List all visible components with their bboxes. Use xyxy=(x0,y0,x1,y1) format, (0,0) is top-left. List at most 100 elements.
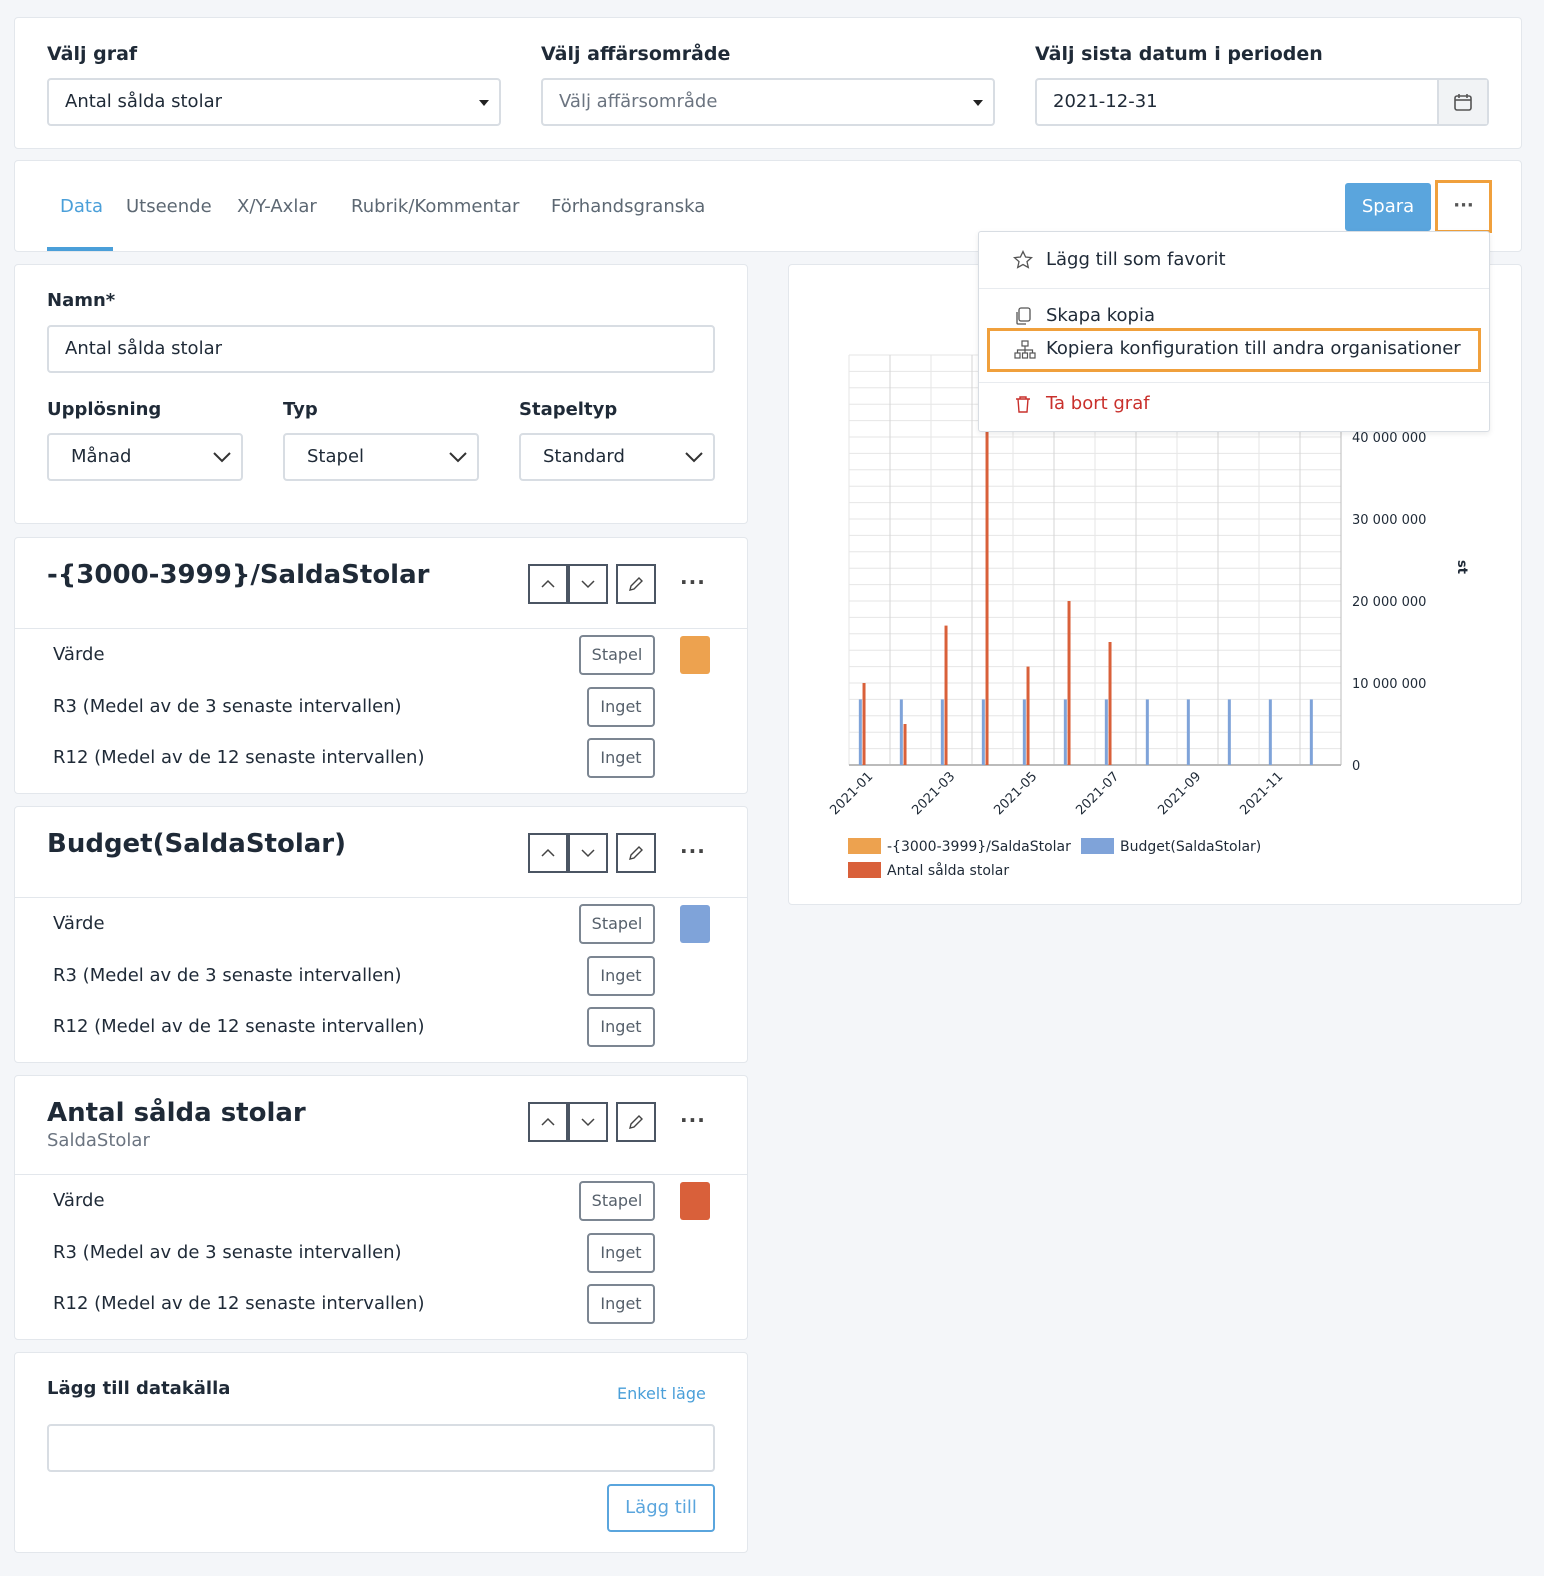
more-options-button[interactable]: ··· xyxy=(1435,180,1492,233)
bar xyxy=(899,699,903,765)
bar xyxy=(1309,699,1313,765)
chevron-up-icon xyxy=(541,848,555,857)
display-type-button[interactable]: Inget xyxy=(587,956,655,996)
add-favorite-item[interactable]: Lägg till som favorit xyxy=(1046,249,1226,270)
series-color-swatch[interactable] xyxy=(680,636,710,674)
legend-swatch xyxy=(848,838,881,854)
area-select-placeholder: Välj affärsområde xyxy=(559,91,718,112)
resolution-select[interactable]: Månad xyxy=(47,433,243,481)
name-input-value: Antal sålda stolar xyxy=(65,338,222,359)
series-more-button[interactable]: ··· xyxy=(680,839,706,863)
move-up-button[interactable] xyxy=(528,564,568,604)
type-select[interactable]: Stapel xyxy=(283,433,479,481)
move-down-button[interactable] xyxy=(568,1102,608,1142)
date-label: Välj sista datum i perioden xyxy=(1035,43,1323,65)
display-type-button[interactable]: Inget xyxy=(587,1284,655,1324)
name-input[interactable]: Antal sålda stolar xyxy=(47,325,715,373)
legend-label: Antal sålda stolar xyxy=(887,862,1009,879)
tab-preview[interactable]: Förhandsgranska xyxy=(551,196,705,217)
series-more-button[interactable]: ··· xyxy=(680,1108,706,1132)
tab-data[interactable]: Data xyxy=(60,196,103,217)
calendar-icon xyxy=(1454,94,1472,111)
x-tick-label: 2021-07 xyxy=(1073,769,1122,818)
chevron-down-icon xyxy=(685,452,703,463)
series-card: Antal sålda stolar SaldaStolar ··· Värde… xyxy=(14,1075,748,1340)
chevron-down-icon xyxy=(581,580,595,589)
caret-down-icon xyxy=(973,100,983,106)
divider xyxy=(15,897,747,898)
chevron-down-icon xyxy=(581,1118,595,1127)
display-type-button[interactable]: Inget xyxy=(587,687,655,727)
series-title: -{3000-3999}/SaldaStolar xyxy=(47,560,430,590)
row-label: R3 (Medel av de 3 senaste intervallen) xyxy=(53,1242,402,1263)
move-down-button[interactable] xyxy=(568,564,608,604)
bar xyxy=(1108,642,1112,765)
display-type-button[interactable]: Stapel xyxy=(579,1181,655,1221)
bar xyxy=(1067,601,1071,765)
bar xyxy=(1145,699,1149,765)
more-options-menu: Lägg till som favorit Skapa kopia Kopier… xyxy=(978,231,1490,432)
bartype-label: Stapeltyp xyxy=(519,399,618,420)
move-up-button[interactable] xyxy=(528,1102,568,1142)
add-source-input[interactable] xyxy=(47,1424,715,1472)
edit-button[interactable] xyxy=(616,1102,656,1142)
move-up-button[interactable] xyxy=(528,833,568,873)
y-tick-label: 20 000 000 xyxy=(1352,595,1426,610)
y-tick-label: 40 000 000 xyxy=(1352,431,1426,446)
display-type-button[interactable]: Stapel xyxy=(579,635,655,675)
legend-label: -{3000-3999}/SaldaStolar xyxy=(887,839,1071,855)
copy-icon xyxy=(1016,307,1031,325)
bar xyxy=(1063,699,1067,765)
row-label: R3 (Medel av de 3 senaste intervallen) xyxy=(53,696,402,717)
create-copy-item[interactable]: Skapa kopia xyxy=(1046,305,1155,326)
series-subtitle: SaldaStolar xyxy=(47,1130,150,1151)
date-input[interactable]: 2021-12-31 xyxy=(1035,78,1489,126)
edit-button[interactable] xyxy=(616,564,656,604)
pencil-icon xyxy=(629,1115,643,1129)
add-button[interactable]: Lägg till xyxy=(607,1484,715,1532)
edit-button[interactable] xyxy=(616,833,656,873)
series-title: Antal sålda stolar xyxy=(47,1098,306,1128)
row-label: Värde xyxy=(53,913,105,934)
calendar-button[interactable] xyxy=(1437,80,1487,124)
simple-mode-link[interactable]: Enkelt läge xyxy=(617,1384,706,1403)
display-type-button[interactable]: Inget xyxy=(587,1007,655,1047)
series-more-button[interactable]: ··· xyxy=(680,570,706,594)
type-value: Stapel xyxy=(307,446,365,467)
legend-label: Budget(SaldaStolar) xyxy=(1120,839,1261,855)
delete-graph-item[interactable]: Ta bort graf xyxy=(1046,393,1150,414)
tab-title-comment[interactable]: Rubrik/Kommentar xyxy=(351,196,519,217)
save-button[interactable]: Spara xyxy=(1345,183,1431,231)
series-card: -{3000-3999}/SaldaStolar ··· Värde Stape… xyxy=(14,537,748,794)
move-down-button[interactable] xyxy=(568,833,608,873)
bar xyxy=(1022,699,1026,765)
series-color-swatch[interactable] xyxy=(680,1182,710,1220)
x-tick-label: 2021-01 xyxy=(827,769,876,818)
divider xyxy=(15,1174,747,1175)
tab-axes[interactable]: X/Y-Axlar xyxy=(237,196,317,217)
graph-select[interactable]: Antal sålda stolar xyxy=(47,78,501,126)
bartype-value: Standard xyxy=(543,446,625,467)
ellipsis-icon: ··· xyxy=(1453,195,1474,216)
series-color-swatch[interactable] xyxy=(680,905,710,943)
tab-utseende[interactable]: Utseende xyxy=(126,196,212,217)
bar xyxy=(1186,699,1190,765)
graph-select-value: Antal sålda stolar xyxy=(65,91,222,112)
bar xyxy=(981,699,985,765)
copy-config-item[interactable]: Kopiera konfiguration till andra organis… xyxy=(987,328,1481,372)
pencil-icon xyxy=(629,846,643,860)
bar xyxy=(985,420,989,765)
filter-card: Välj graf Antal sålda stolar Välj affärs… xyxy=(14,17,1522,149)
display-type-button[interactable]: Stapel xyxy=(579,904,655,944)
menu-divider xyxy=(979,288,1489,289)
legend-swatch xyxy=(848,862,881,878)
name-label: Namn* xyxy=(47,290,116,311)
x-tick-label: 2021-05 xyxy=(991,769,1040,818)
bar xyxy=(862,683,866,765)
area-select[interactable]: Välj affärsområde xyxy=(541,78,995,126)
row-label: R12 (Medel av de 12 senaste intervallen) xyxy=(53,1016,425,1037)
bar xyxy=(903,724,907,765)
bartype-select[interactable]: Standard xyxy=(519,433,715,481)
display-type-button[interactable]: Inget xyxy=(587,1233,655,1273)
display-type-button[interactable]: Inget xyxy=(587,738,655,778)
